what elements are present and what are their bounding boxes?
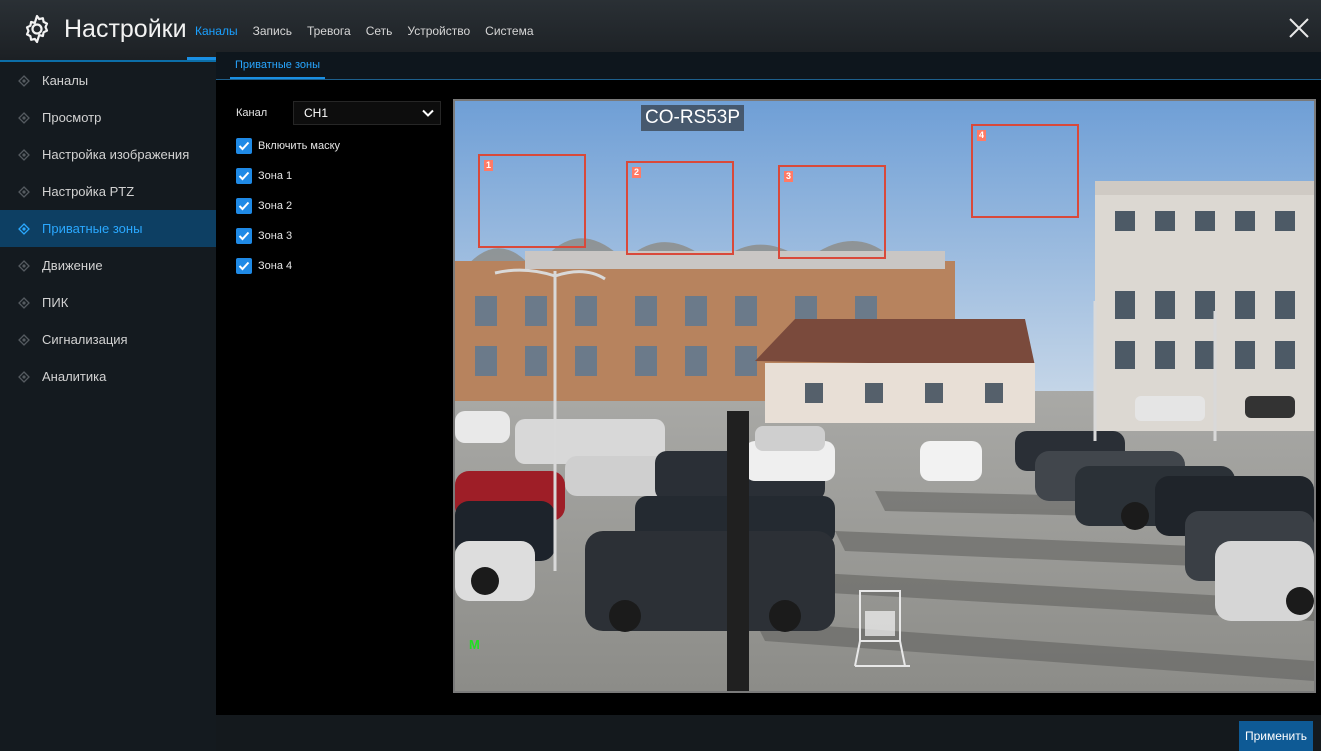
channel-row: Канал CH1 (236, 100, 446, 126)
sidebar: Каналы Просмотр Настройка изображения На… (0, 62, 216, 751)
tab-network[interactable]: Сеть (366, 0, 393, 60)
sidebar-item-label: Просмотр (42, 110, 102, 125)
checkbox-box[interactable] (236, 168, 252, 184)
checkbox-box[interactable] (236, 258, 252, 274)
tab-device[interactable]: Устройство (407, 0, 470, 60)
sub-tab-bar: Приватные зоны (216, 52, 1321, 80)
bullet-icon (18, 148, 30, 161)
sidebar-item-pir[interactable]: ПИК (0, 284, 216, 321)
close-icon[interactable] (1283, 12, 1315, 44)
channel-select[interactable]: CH1 (293, 101, 441, 125)
checkmark-icon (238, 231, 250, 241)
camera-preview[interactable]: CO-RS53P 1 2 3 4 M (453, 99, 1316, 693)
bullet-icon (18, 333, 30, 346)
zone-number: 1 (484, 160, 494, 171)
checkbox-box[interactable] (236, 138, 252, 154)
checkbox-label: Зона 1 (258, 170, 293, 182)
zone-3-checkbox[interactable]: Зона 3 (236, 226, 446, 246)
page-title: Настройки (64, 14, 187, 43)
settings-window: Настройки Каналы Запись Тревога Сеть Уст… (0, 0, 1321, 751)
checkbox-box[interactable] (236, 198, 252, 214)
checkmark-icon (238, 261, 250, 271)
sidebar-item-label: ПИК (42, 295, 69, 310)
sidebar-item-image-settings[interactable]: Настройка изображения (0, 136, 216, 173)
sidebar-item-label: Движение (42, 258, 103, 273)
sidebar-item-channels[interactable]: Каналы (0, 62, 216, 99)
bullet-icon (18, 296, 30, 309)
sidebar-item-analytics[interactable]: Аналитика (0, 358, 216, 395)
apply-button[interactable]: Применить (1238, 721, 1313, 751)
sidebar-item-label: Каналы (42, 73, 89, 88)
chevron-down-icon (422, 109, 434, 117)
bullet-icon (18, 74, 30, 87)
footer-bar: Применить (216, 715, 1321, 751)
enable-mask-checkbox[interactable]: Включить маску (236, 136, 446, 156)
zone-4-checkbox[interactable]: Зона 4 (236, 256, 446, 276)
tab-privacy-zones[interactable]: Приватные зоны (230, 56, 325, 79)
privacy-zone-3[interactable]: 3 (778, 165, 886, 259)
zone-number: 3 (784, 171, 794, 182)
sidebar-item-motion[interactable]: Движение (0, 247, 216, 284)
checkbox-label: Зона 2 (258, 200, 293, 212)
tab-record[interactable]: Запись (253, 0, 292, 60)
checkbox-label: Зона 4 (258, 260, 293, 272)
checkmark-icon (238, 171, 250, 181)
bullet-icon (18, 111, 30, 124)
checkbox-label: Включить маску (258, 140, 341, 152)
bullet-icon (18, 259, 30, 272)
sidebar-item-ptz[interactable]: Настройка PTZ (0, 173, 216, 210)
sidebar-item-label: Аналитика (42, 369, 107, 384)
sidebar-item-label: Приватные зоны (42, 221, 143, 236)
sidebar-item-preview[interactable]: Просмотр (0, 99, 216, 136)
checkmark-icon (238, 141, 250, 151)
checkmark-icon (238, 201, 250, 211)
privacy-form: Канал CH1 Включить маску Зона 1 Зона 2 З… (236, 100, 446, 276)
gear-icon (25, 14, 49, 44)
sidebar-item-label: Сигнализация (42, 332, 128, 347)
top-nav: Каналы Запись Тревога Сеть Устройство Си… (187, 0, 549, 60)
tab-system[interactable]: Система (485, 0, 533, 60)
sidebar-item-privacy-zones[interactable]: Приватные зоны (0, 210, 216, 247)
checkbox-box[interactable] (236, 228, 252, 244)
sidebar-item-label: Настройка PTZ (42, 184, 135, 199)
privacy-zone-4[interactable]: 4 (971, 124, 1079, 218)
bullet-icon (18, 185, 30, 198)
privacy-zone-2[interactable]: 2 (626, 161, 734, 255)
zone-2-checkbox[interactable]: Зона 2 (236, 196, 446, 216)
camera-name-osd[interactable]: CO-RS53P (641, 105, 745, 131)
tab-channels[interactable]: Каналы (187, 0, 246, 60)
title-area: Настройки (22, 14, 187, 44)
channel-value: CH1 (304, 106, 329, 120)
motion-marker: M (469, 637, 480, 652)
sidebar-item-alarm[interactable]: Сигнализация (0, 321, 216, 358)
bullet-icon (18, 370, 30, 383)
sidebar-item-label: Настройка изображения (42, 147, 190, 162)
checkbox-label: Зона 3 (258, 230, 293, 242)
zone-number: 2 (632, 167, 642, 178)
privacy-zone-1[interactable]: 1 (478, 154, 586, 248)
bullet-icon (18, 222, 30, 235)
zone-1-checkbox[interactable]: Зона 1 (236, 166, 446, 186)
channel-label: Канал (236, 107, 268, 119)
tab-alarm[interactable]: Тревога (307, 0, 351, 60)
zone-number: 4 (977, 130, 987, 141)
